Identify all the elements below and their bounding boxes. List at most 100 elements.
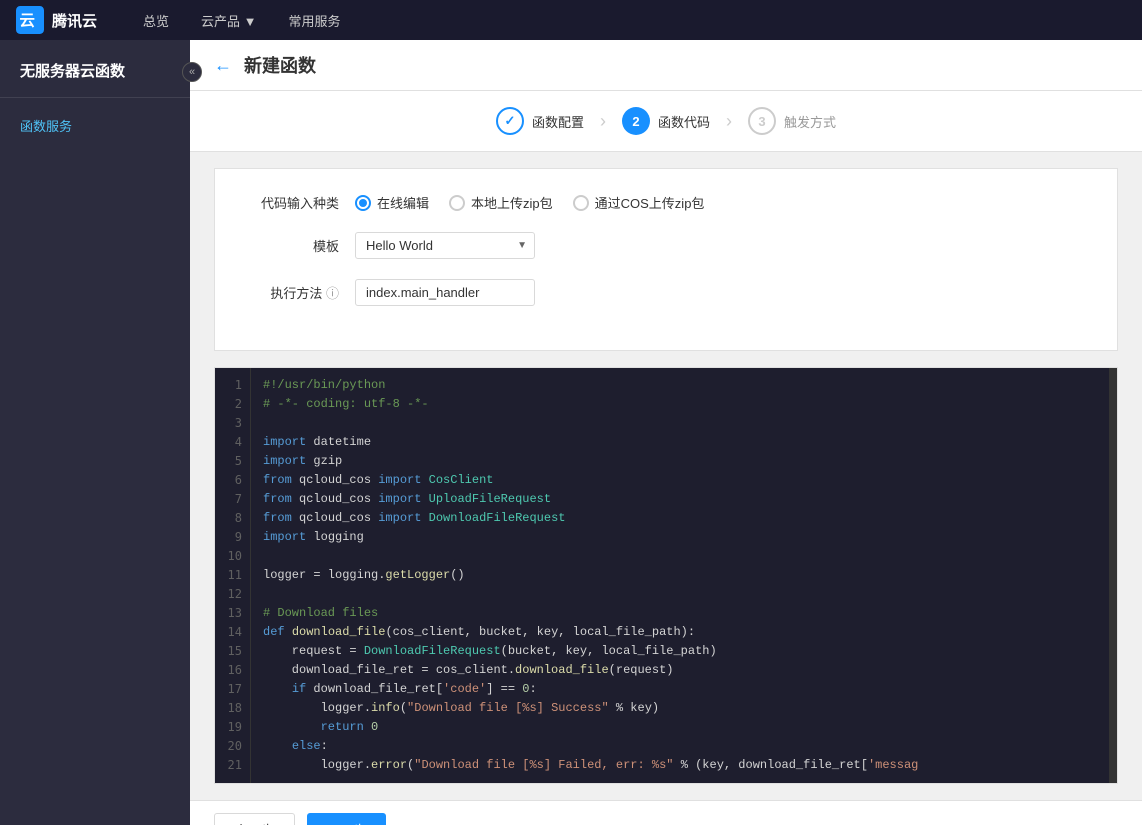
step-3-circle: 3 xyxy=(748,107,776,135)
info-icon[interactable]: ⓘ xyxy=(326,286,339,301)
sidebar-collapse-btn[interactable]: « xyxy=(182,62,202,82)
line-num-11: 11 xyxy=(215,566,250,585)
line-num-18: 18 xyxy=(215,699,250,718)
execute-label: 执行方法 ⓘ xyxy=(239,283,339,302)
scrollbar[interactable] xyxy=(1109,368,1117,783)
line-num-7: 7 xyxy=(215,490,250,509)
logo-icon: 云 xyxy=(16,6,44,34)
code-input-label: 代码输入种类 xyxy=(239,193,339,212)
svg-text:云: 云 xyxy=(20,13,35,30)
radio-cos-zip[interactable]: 通过COS上传zip包 xyxy=(573,193,705,212)
line-numbers: 1 2 3 4 5 6 7 8 9 10 11 12 13 14 15 16 1 xyxy=(215,368,251,783)
step-2: 2 函数代码 xyxy=(622,107,710,135)
code-area: 1 2 3 4 5 6 7 8 9 10 11 12 13 14 15 16 1 xyxy=(215,368,1117,783)
template-control: Hello World ▼ xyxy=(355,232,535,259)
code-line-18: logger.info("Download file [%s] Success"… xyxy=(263,699,1097,718)
code-line-10 xyxy=(263,547,1097,566)
line-num-17: 17 xyxy=(215,680,250,699)
step-3: 3 触发方式 xyxy=(748,107,836,135)
line-num-20: 20 xyxy=(215,737,250,756)
sidebar: 无服务器云函数 « 函数服务 xyxy=(0,40,190,825)
top-navigation: 云 腾讯云 总览 云产品 ▼ 常用服务 xyxy=(0,0,1142,40)
code-line-17: if download_file_ret['code'] == 0: xyxy=(263,680,1097,699)
step-1-label: 函数配置 xyxy=(532,112,584,131)
code-line-16: download_file_ret = cos_client.download_… xyxy=(263,661,1097,680)
code-line-11: logger = logging.getLogger() xyxy=(263,566,1097,585)
step-2-label: 函数代码 xyxy=(658,112,710,131)
line-num-16: 16 xyxy=(215,661,250,680)
execute-method-row: 执行方法 ⓘ xyxy=(239,279,1093,306)
execute-label-text: 执行方法 xyxy=(270,286,322,301)
template-row: 模板 Hello World ▼ xyxy=(239,232,1093,259)
code-line-21: logger.error("Download file [%s] Failed,… xyxy=(263,756,1097,775)
line-num-15: 15 xyxy=(215,642,250,661)
brand-logo[interactable]: 云 腾讯云 xyxy=(16,6,97,34)
steps-bar: ✓ 函数配置 › 2 函数代码 › 3 触发方式 xyxy=(190,91,1142,152)
line-num-5: 5 xyxy=(215,452,250,471)
line-num-2: 2 xyxy=(215,395,250,414)
step-2-circle: 2 xyxy=(622,107,650,135)
code-line-2: # -*- coding: utf-8 -*- xyxy=(263,395,1097,414)
radio-cos-zip-label: 通过COS上传zip包 xyxy=(595,193,705,212)
nav-common-services[interactable]: 常用服务 xyxy=(273,0,357,40)
sidebar-item-functions[interactable]: 函数服务 xyxy=(0,106,190,145)
line-num-21: 21 xyxy=(215,756,250,775)
form-area: 代码输入种类 在线编辑 本地上传zip包 通过COS上传zip包 xyxy=(214,168,1118,351)
step-arrow-2: › xyxy=(726,111,732,132)
code-line-13: # Download files xyxy=(263,604,1097,623)
template-label: 模板 xyxy=(239,236,339,255)
next-button[interactable]: 下一步 xyxy=(307,813,386,825)
template-select-field: Hello World ▼ xyxy=(355,232,535,259)
code-line-14: def download_file(cos_client, bucket, ke… xyxy=(263,623,1097,642)
code-line-12 xyxy=(263,585,1097,604)
template-select[interactable]: Hello World xyxy=(355,232,535,259)
radio-online[interactable]: 在线编辑 xyxy=(355,193,429,212)
code-line-8: from qcloud_cos import DownloadFileReque… xyxy=(263,509,1097,528)
code-line-19: return 0 xyxy=(263,718,1097,737)
line-num-10: 10 xyxy=(215,547,250,566)
radio-online-label: 在线编辑 xyxy=(377,193,429,212)
radio-local-zip-label: 本地上传zip包 xyxy=(471,193,553,212)
nav-overview[interactable]: 总览 xyxy=(127,0,185,40)
radio-local-zip-btn[interactable] xyxy=(449,195,465,211)
step-1-circle: ✓ xyxy=(496,107,524,135)
line-num-1: 1 xyxy=(215,376,250,395)
execute-control xyxy=(355,279,535,306)
line-num-4: 4 xyxy=(215,433,250,452)
back-button[interactable]: ← xyxy=(214,55,232,76)
line-num-9: 9 xyxy=(215,528,250,547)
code-line-20: else: xyxy=(263,737,1097,756)
code-line-3 xyxy=(263,414,1097,433)
radio-online-btn[interactable] xyxy=(355,195,371,211)
step-arrow-1: › xyxy=(600,111,606,132)
line-num-3: 3 xyxy=(215,414,250,433)
radio-cos-zip-btn[interactable] xyxy=(573,195,589,211)
line-num-12: 12 xyxy=(215,585,250,604)
code-line-15: request = DownloadFileRequest(bucket, ke… xyxy=(263,642,1097,661)
code-line-4: import datetime xyxy=(263,433,1097,452)
execute-input[interactable] xyxy=(355,279,535,306)
code-input-control: 在线编辑 本地上传zip包 通过COS上传zip包 xyxy=(355,193,704,212)
code-lines[interactable]: #!/usr/bin/python # -*- coding: utf-8 -*… xyxy=(251,368,1109,783)
line-num-14: 14 xyxy=(215,623,250,642)
main-content: ← 新建函数 ✓ 函数配置 › 2 函数代码 › 3 触发方式 代码输入种 xyxy=(190,40,1142,825)
footer-area: 上一步 下一步 http://blog.csdn.net/lixiang1008… xyxy=(190,800,1142,825)
page-title: 新建函数 xyxy=(244,52,316,78)
code-line-6: from qcloud_cos import CosClient xyxy=(263,471,1097,490)
line-num-19: 19 xyxy=(215,718,250,737)
line-num-13: 13 xyxy=(215,604,250,623)
brand-name: 腾讯云 xyxy=(52,10,97,31)
code-editor[interactable]: 1 2 3 4 5 6 7 8 9 10 11 12 13 14 15 16 1 xyxy=(214,367,1118,784)
footer-buttons: 上一步 下一步 xyxy=(214,813,386,825)
prev-button[interactable]: 上一步 xyxy=(214,813,295,825)
code-input-row: 代码输入种类 在线编辑 本地上传zip包 通过COS上传zip包 xyxy=(239,193,1093,212)
step-1: ✓ 函数配置 xyxy=(496,107,584,135)
line-num-6: 6 xyxy=(215,471,250,490)
nav-products[interactable]: 云产品 ▼ xyxy=(185,0,272,40)
code-line-9: import logging xyxy=(263,528,1097,547)
nav-items: 总览 云产品 ▼ 常用服务 xyxy=(127,0,357,40)
radio-local-zip[interactable]: 本地上传zip包 xyxy=(449,193,553,212)
main-layout: 无服务器云函数 « 函数服务 ← 新建函数 ✓ 函数配置 › 2 函数代码 › … xyxy=(0,40,1142,825)
code-line-5: import gzip xyxy=(263,452,1097,471)
sidebar-title: 无服务器云函数 xyxy=(0,40,190,98)
